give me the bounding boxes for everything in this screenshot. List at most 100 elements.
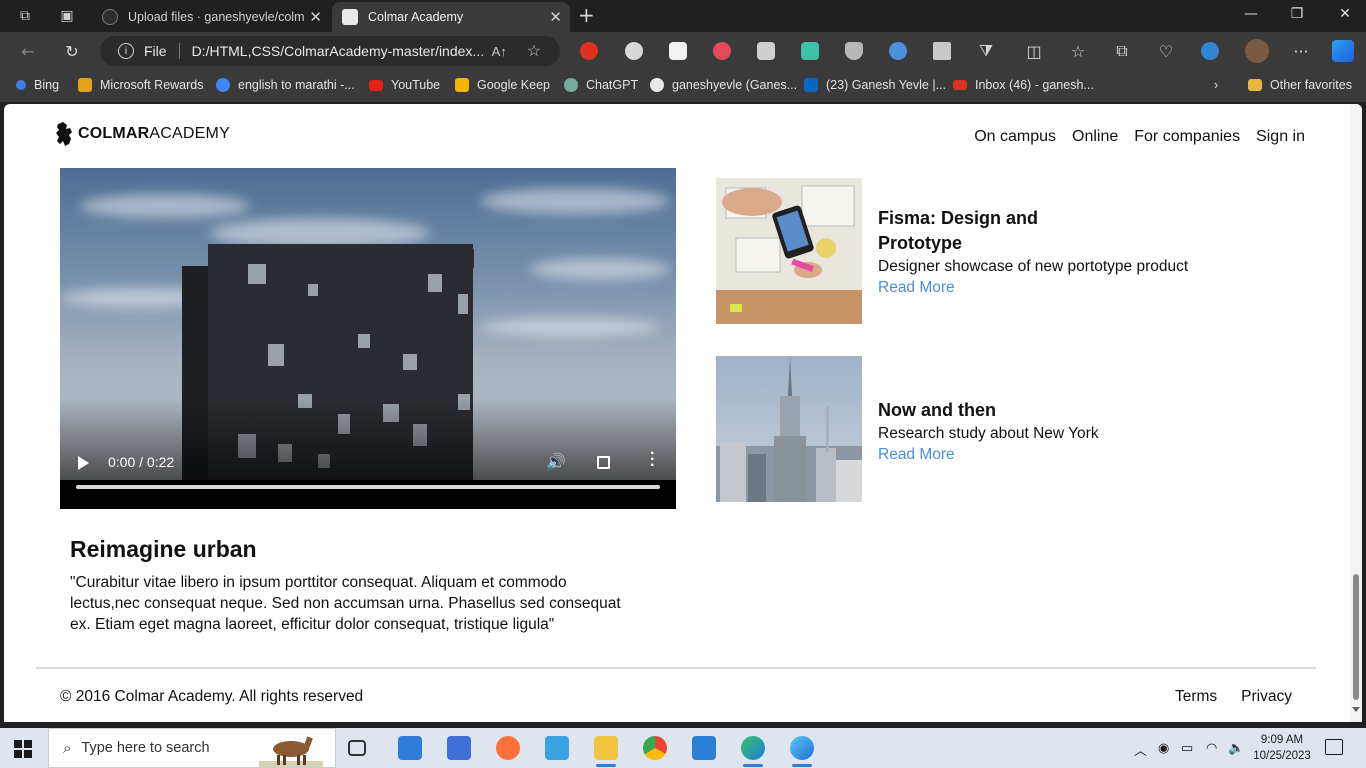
nav-for-companies[interactable]: For companies xyxy=(1134,128,1240,146)
favorite-github[interactable]: ganeshyevle (Ganes... xyxy=(650,78,797,92)
page-scrollbar[interactable] xyxy=(1350,104,1362,722)
favorite-label: ChatGPT xyxy=(586,78,639,92)
close-tab-icon[interactable]: ✕ xyxy=(549,8,562,26)
extension-camera-icon[interactable] xyxy=(757,42,775,60)
chrome-icon[interactable] xyxy=(643,736,667,760)
extension-eyedropper-icon[interactable] xyxy=(933,42,951,60)
info-icon[interactable]: i xyxy=(118,43,134,59)
favorite-gmail[interactable]: Inbox (46) - ganesh... xyxy=(953,78,1094,92)
favorite-star-icon[interactable]: ☆ xyxy=(527,41,541,61)
play-icon[interactable] xyxy=(78,456,89,470)
back-icon[interactable]: ← xyxy=(16,40,40,62)
read-more-link[interactable]: Read More xyxy=(878,279,955,296)
notifications-icon[interactable] xyxy=(1325,739,1343,755)
address-url[interactable]: D:/HTML,CSS/ColmarAcademy-master/index..… xyxy=(192,43,484,59)
vscode-icon[interactable] xyxy=(692,736,716,760)
extension-audio-icon[interactable] xyxy=(801,42,819,60)
scroll-down-arrow-icon[interactable] xyxy=(1352,707,1360,712)
show-hidden-icons-chevron-icon[interactable]: ︿ xyxy=(1134,740,1147,759)
new-tab-icon[interactable]: + xyxy=(578,3,595,27)
edge-dev-icon[interactable] xyxy=(790,736,814,767)
footer-link-privacy[interactable]: Privacy xyxy=(1241,688,1292,706)
tab-colmar-academy[interactable]: Colmar Academy ✕ xyxy=(332,2,570,32)
read-more-link[interactable]: Read More xyxy=(878,446,955,463)
settings-more-icon[interactable]: ··· xyxy=(1289,40,1313,62)
read-aloud-icon[interactable]: A↑ xyxy=(492,44,507,59)
search-icon: ⌕ xyxy=(63,739,72,757)
nav-sign-in[interactable]: Sign in xyxy=(1256,128,1305,146)
footer-link-terms[interactable]: Terms xyxy=(1175,688,1217,706)
more-options-icon[interactable]: · · · xyxy=(650,446,655,474)
favorite-youtube[interactable]: YouTube xyxy=(369,78,440,92)
favorite-label: Google Keep xyxy=(477,78,550,92)
cloud xyxy=(530,258,670,280)
favorite-label: (23) Ganesh Yevle |... xyxy=(826,78,946,92)
task-view-icon[interactable] xyxy=(348,740,366,756)
close-window-icon[interactable]: ✕ xyxy=(1330,6,1360,22)
extension-adblock-icon[interactable] xyxy=(580,42,598,60)
main-nav: On campus Online For companies Sign in xyxy=(974,128,1305,146)
video-seek-bar[interactable] xyxy=(76,485,660,489)
scrollbar-thumb[interactable] xyxy=(1353,574,1359,700)
favorite-linkedin[interactable]: (23) Ganesh Yevle |... xyxy=(804,78,946,92)
restore-icon[interactable]: ❐ xyxy=(1282,6,1312,22)
nav-online[interactable]: Online xyxy=(1072,128,1118,146)
card-title: Now and then xyxy=(878,400,996,420)
favorite-chatgpt[interactable]: ChatGPT xyxy=(564,78,638,92)
taskbar-search-box[interactable]: ⌕ Type here to search xyxy=(48,728,336,768)
taskbar-clock[interactable]: 9:09 AM 10/25/2023 xyxy=(1252,732,1312,764)
extension-mouse-icon[interactable] xyxy=(625,42,643,60)
refresh-icon[interactable]: ↻ xyxy=(60,40,84,62)
split-screen-icon[interactable]: ◫ xyxy=(1022,40,1046,62)
tab-title: Colmar Academy xyxy=(368,10,464,24)
extensions-puzzle-icon[interactable]: ⧩ xyxy=(974,40,998,62)
feature-body: "Curabitur vitae libero in ipsum porttit… xyxy=(70,574,621,633)
meet-now-icon[interactable]: ◉ xyxy=(1158,740,1169,756)
search-icon xyxy=(16,80,26,90)
fullscreen-icon[interactable] xyxy=(597,456,610,469)
profile-avatar[interactable] xyxy=(1245,39,1269,63)
favorite-microsoft-rewards[interactable]: Microsoft Rewards xyxy=(78,78,204,92)
tab-upload-files[interactable]: Upload files · ganeshyevle/colmar ✕ xyxy=(92,2,330,32)
card-image-new-york[interactable] xyxy=(716,356,862,502)
brand-name-light: ACADEMY xyxy=(149,125,230,142)
firefox-icon[interactable] xyxy=(496,736,520,760)
control-panel-icon[interactable] xyxy=(545,736,569,760)
workspaces-icon[interactable]: ⧉ xyxy=(12,4,38,28)
nav-on-campus[interactable]: On campus xyxy=(974,128,1056,146)
tab-actions-icon[interactable]: ▣ xyxy=(54,4,80,28)
extension-plus-icon[interactable] xyxy=(889,42,907,60)
wifi-icon[interactable]: ◠ xyxy=(1206,740,1217,756)
mail-icon[interactable] xyxy=(398,736,422,760)
card-text: Fisma: Design and Prototype Designer sho… xyxy=(878,206,1188,298)
extension-record-icon[interactable] xyxy=(713,42,731,60)
favorite-label: Bing xyxy=(34,78,60,92)
collections-icon[interactable]: ⧉ xyxy=(1110,40,1134,62)
favorite-bing[interactable]: Bing xyxy=(16,78,59,92)
file-explorer-icon[interactable] xyxy=(594,736,618,767)
favorite-english-to-marathi[interactable]: english to marathi -... xyxy=(216,78,355,92)
battery-icon[interactable]: ▭ xyxy=(1181,740,1193,756)
windows-start-icon[interactable] xyxy=(14,740,32,758)
volume-icon[interactable]: 🔈 xyxy=(1228,740,1244,756)
card-description: Designer showcase of new portotype produ… xyxy=(878,258,1189,275)
minimize-icon[interactable]: — xyxy=(1236,6,1266,22)
internet-explorer-icon[interactable] xyxy=(1201,42,1219,60)
favorite-google-keep[interactable]: Google Keep xyxy=(455,78,550,92)
feature-title: Reimagine urban xyxy=(70,536,257,562)
card-image-design[interactable] xyxy=(716,178,862,324)
favorites-overflow-chevron-icon[interactable]: › xyxy=(1214,78,1218,92)
extension-shield-icon[interactable] xyxy=(845,42,863,60)
copilot-icon[interactable] xyxy=(1332,40,1354,62)
edge-icon[interactable] xyxy=(741,736,765,767)
performance-icon[interactable]: ♡ xyxy=(1154,40,1178,62)
favorites-icon[interactable]: ☆ xyxy=(1066,40,1090,62)
address-bar[interactable]: i File D:/HTML,CSS/ColmarAcademy-master/… xyxy=(100,36,560,66)
extension-t-icon[interactable] xyxy=(669,42,687,60)
brand-logo[interactable]: COLMAR ACADEMY xyxy=(54,122,230,146)
close-tab-icon[interactable]: ✕ xyxy=(309,8,322,26)
other-favorites[interactable]: Other favorites xyxy=(1248,78,1352,92)
volume-icon[interactable]: 🔊 xyxy=(546,452,566,472)
microsoft-store-icon[interactable] xyxy=(447,736,471,760)
video-player[interactable]: 0:00 / 0:22 🔊 · · · xyxy=(60,168,676,509)
